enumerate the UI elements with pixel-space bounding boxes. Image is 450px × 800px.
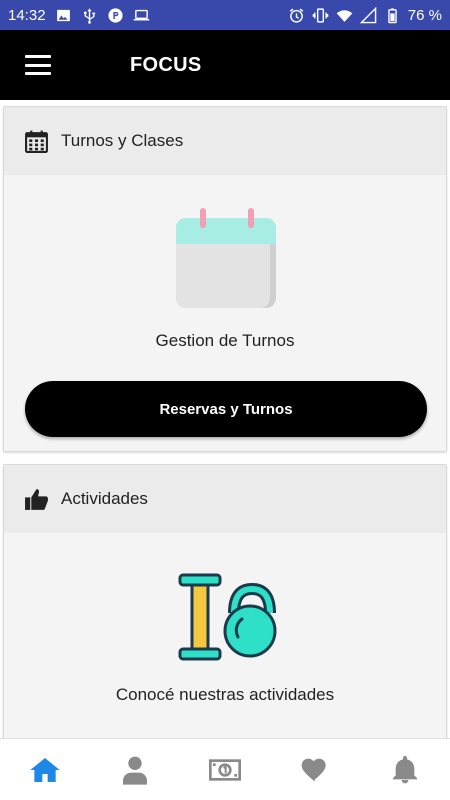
actividades-card-header: Actividades <box>4 465 446 533</box>
status-time: 14:32 <box>8 6 46 24</box>
home-icon <box>30 757 60 782</box>
dumbbell-kettlebell-illustration <box>178 573 277 661</box>
alarm-icon <box>288 7 305 24</box>
nav-payments[interactable] <box>195 745 255 795</box>
battery-icon <box>384 7 401 24</box>
bottom-navigation <box>0 738 450 800</box>
image-icon <box>55 7 72 24</box>
nav-home[interactable] <box>15 745 75 795</box>
reservas-turnos-button[interactable]: Reservas y Turnos <box>25 381 427 437</box>
calendar-illustration <box>176 208 276 308</box>
nav-favorites[interactable] <box>285 745 345 795</box>
app-bar: FOCUS <box>0 30 450 100</box>
turnos-caption: Gestion de Turnos <box>155 331 295 350</box>
app-title: FOCUS <box>130 53 202 76</box>
actividades-caption: Conocé nuestras actividades <box>115 685 335 704</box>
turnos-card-header: Turnos y Clases <box>4 107 446 175</box>
status-right: 76 % <box>288 6 442 24</box>
turnos-card: Turnos y Clases Gestion de Turnos Reserv… <box>3 106 447 452</box>
actividades-card: Actividades Conocé nuestras actividades <box>3 464 447 738</box>
main-content[interactable]: Turnos y Clases Gestion de Turnos Reserv… <box>0 100 450 738</box>
favorites-icon <box>301 758 326 782</box>
turnos-card-body: Gestion de Turnos Reservas y Turnos <box>4 175 446 451</box>
parking-icon <box>107 7 124 24</box>
nav-notifications[interactable] <box>375 745 435 795</box>
profile-icon <box>123 756 147 785</box>
turnos-card-title: Turnos y Clases <box>61 131 184 150</box>
signal-icon <box>359 6 377 24</box>
calendar-icon <box>24 129 49 154</box>
vibrate-icon <box>312 7 329 24</box>
hamburger-menu-icon[interactable] <box>25 55 51 75</box>
thumbs-up-icon <box>24 487 49 512</box>
notifications-icon <box>393 755 417 783</box>
usb-icon <box>81 7 98 24</box>
wifi-icon <box>336 7 353 24</box>
battery-percent: 76 % <box>407 6 442 24</box>
laptop-icon <box>133 7 150 24</box>
actividades-card-body: Conocé nuestras actividades <box>4 533 446 738</box>
payments-icon <box>209 758 241 781</box>
nav-profile[interactable] <box>105 745 165 795</box>
actividades-card-title: Actividades <box>61 489 148 508</box>
status-left: 14:32 <box>8 7 150 24</box>
status-bar: 14:32 76 % <box>0 0 450 30</box>
